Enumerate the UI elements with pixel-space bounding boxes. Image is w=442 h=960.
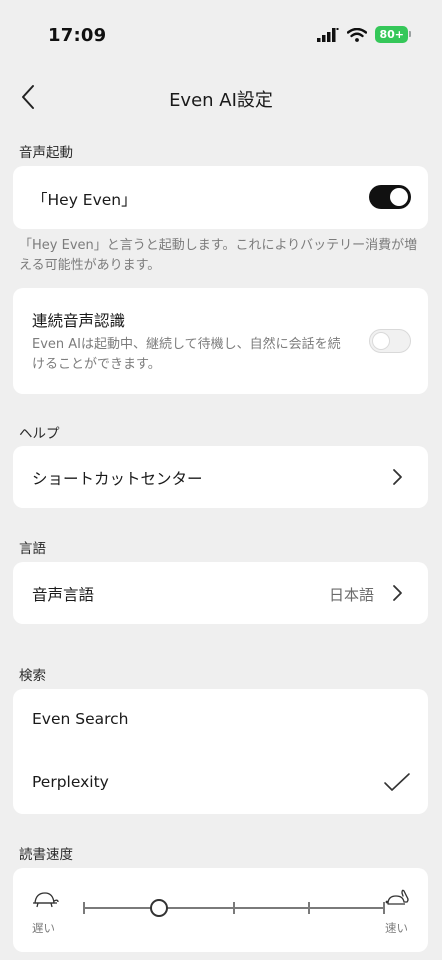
shortcut-center-label: ショートカットセンター xyxy=(32,470,203,488)
toggle-knob xyxy=(390,188,408,206)
search-engine-card: Even Search Perplexity xyxy=(13,689,428,814)
slow-label: 遅い xyxy=(32,921,55,935)
continuous-voice-label: 連続音声認識 xyxy=(32,312,126,330)
status-icons: 80+ xyxy=(317,26,411,43)
continuous-voice-description: Even AIは起動中、継続して待機し、自然に会話を続けることができます。 xyxy=(32,337,341,372)
chevron-right-icon xyxy=(393,585,402,601)
search-option-even-search[interactable]: Even Search xyxy=(13,689,428,751)
search-option-perplexity[interactable]: Perplexity xyxy=(13,751,428,814)
slider-knob[interactable] xyxy=(150,899,168,917)
continuous-voice-card: 連続音声認識 Even AIは起動中、継続して待機し、自然に会話を続けることがで… xyxy=(13,288,428,394)
slider-tick xyxy=(83,902,85,914)
voice-language-row[interactable]: 音声言語 日本語 xyxy=(13,562,428,624)
turtle-icon xyxy=(33,892,59,908)
hey-even-card: 「Hey Even」 xyxy=(13,166,428,229)
page-title: Even AI設定 xyxy=(169,90,273,111)
fast-label: 速い xyxy=(385,921,408,935)
slider-tick xyxy=(308,902,310,914)
hey-even-note: 「Hey Even」と言うと起動します。これによりバッテリー消費が増える可能性が… xyxy=(19,238,418,273)
reading-speed-slider[interactable] xyxy=(83,898,385,918)
checkmark-icon xyxy=(384,773,410,791)
slider-tick xyxy=(233,902,235,914)
section-label-voice-activation: 音声起動 xyxy=(19,145,73,161)
hey-even-label: 「Hey Even」 xyxy=(32,191,137,209)
section-label-search: 検索 xyxy=(19,668,46,684)
nav-header: Even AI設定 xyxy=(0,75,442,119)
status-bar: 17:09 80+ xyxy=(0,0,442,70)
reading-speed-card: 遅い 速い xyxy=(13,868,428,952)
voice-language-value: 日本語 xyxy=(329,586,375,604)
battery-indicator: 80+ xyxy=(375,26,411,43)
voice-language-label: 音声言語 xyxy=(32,586,95,604)
toggle-knob xyxy=(372,331,390,350)
shortcut-center-row[interactable]: ショートカットセンター xyxy=(13,446,428,508)
rabbit-icon xyxy=(385,889,409,905)
search-option-label: Even Search xyxy=(32,710,129,728)
cellular-signal-icon xyxy=(317,27,339,42)
hey-even-toggle[interactable] xyxy=(369,185,411,209)
chevron-right-icon xyxy=(393,469,402,485)
section-label-help: ヘルプ xyxy=(19,426,60,442)
section-label-reading-speed: 読書速度 xyxy=(19,847,73,863)
status-time: 17:09 xyxy=(48,25,107,46)
wifi-icon xyxy=(347,27,368,42)
section-label-language: 言語 xyxy=(19,541,46,557)
continuous-voice-toggle[interactable] xyxy=(369,329,411,353)
search-option-label: Perplexity xyxy=(32,773,109,791)
